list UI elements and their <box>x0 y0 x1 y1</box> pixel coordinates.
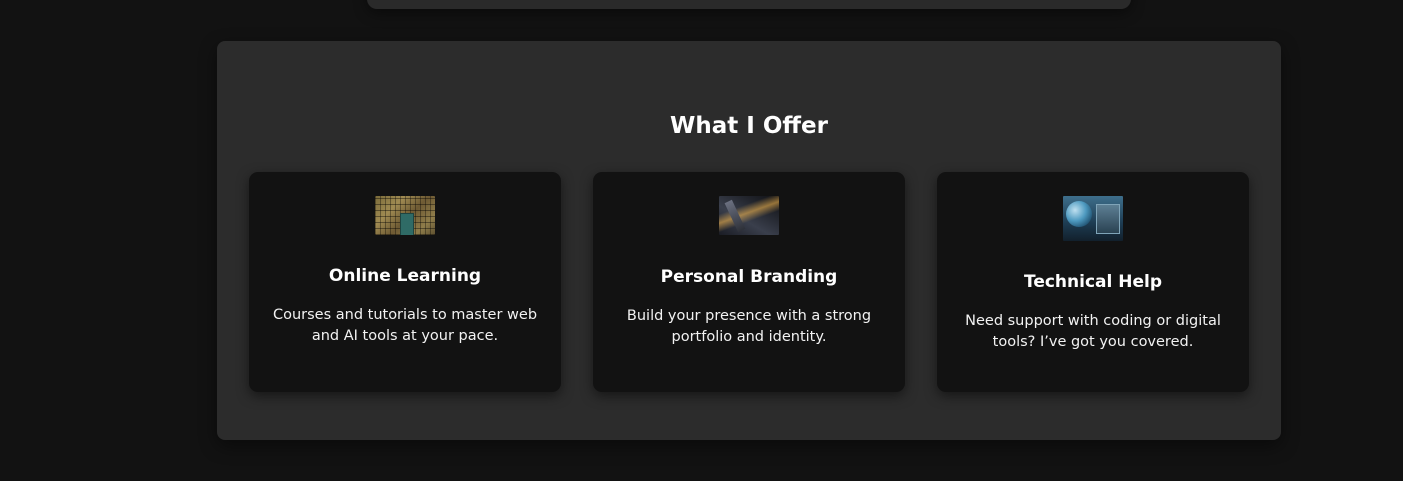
section-title: What I Offer <box>670 113 828 139</box>
globe-tech-image <box>1063 196 1123 241</box>
offer-card-technical-help: Technical Help Need support with coding … <box>937 172 1249 392</box>
offer-card-online-learning: Online Learning Courses and tutorials to… <box>249 172 561 392</box>
offer-card-description: Courses and tutorials to master web and … <box>272 307 538 344</box>
previous-section-card <box>367 0 1131 9</box>
offer-card-description: Need support with coding or digital tool… <box>965 313 1221 350</box>
what-i-offer-section: What I Offer Online Learning Courses and… <box>217 41 1281 440</box>
library-books-image <box>375 196 435 235</box>
offer-card-title: Technical Help <box>1023 272 1163 292</box>
tech-circuit-image <box>719 196 779 235</box>
offer-card-personal-branding: Personal Branding Build your presence wi… <box>593 172 905 392</box>
offer-card-title: Personal Branding <box>660 267 838 287</box>
offer-card-title: Online Learning <box>328 266 482 286</box>
offer-card-description: Build your presence with a strong portfo… <box>626 308 872 345</box>
